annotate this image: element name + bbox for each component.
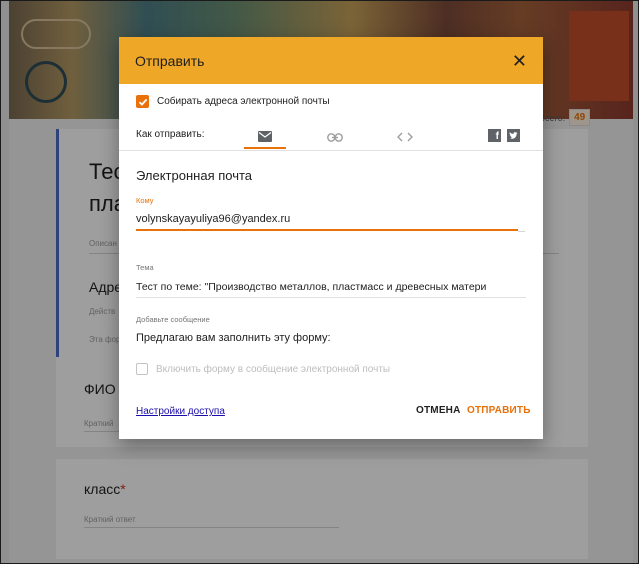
email-icon: [258, 130, 272, 142]
tab-embed[interactable]: [384, 125, 426, 149]
send-button[interactable]: ОТПРАВИТЬ: [467, 405, 531, 416]
include-form-checkbox[interactable]: [136, 363, 148, 375]
twitter-icon[interactable]: [507, 129, 520, 142]
message-label: Добавьте сообщение: [136, 315, 210, 324]
access-settings-link[interactable]: Настройки доступа: [136, 406, 225, 417]
send-form-dialog: Отправить ✕ Собирать адреса электронной …: [119, 37, 543, 439]
subject-input[interactable]: [136, 276, 526, 298]
collect-emails-label: Собирать адреса электронной почты: [157, 96, 330, 107]
embed-icon: [397, 132, 413, 142]
to-email-input[interactable]: [136, 209, 518, 231]
dialog-title: Отправить: [135, 52, 205, 69]
twitter-bird-glyph: [509, 131, 518, 139]
to-label: Кому: [136, 196, 154, 205]
send-method-row: Как отправить: f: [136, 125, 528, 149]
link-icon: [327, 132, 343, 142]
tab-link[interactable]: [314, 125, 356, 149]
close-icon[interactable]: ✕: [512, 52, 527, 70]
check-icon: [138, 98, 147, 106]
dialog-header: Отправить ✕: [119, 37, 543, 84]
include-form-option[interactable]: Включить форму в сообщение электронной п…: [136, 363, 390, 375]
send-method-label: Как отправить:: [136, 129, 205, 140]
message-input[interactable]: Предлагаю вам заполнить эту форму:: [136, 332, 331, 344]
tab-email[interactable]: [244, 125, 286, 149]
input-underline-ext: [518, 231, 525, 232]
cancel-button[interactable]: ОТМЕНА: [416, 405, 461, 416]
collect-emails-checkbox[interactable]: [136, 95, 149, 108]
include-form-label: Включить форму в сообщение электронной п…: [156, 363, 391, 375]
facebook-icon[interactable]: f: [488, 129, 501, 142]
subject-label: Тема: [136, 263, 154, 272]
collect-emails-option[interactable]: Собирать адреса электронной почты: [136, 95, 330, 108]
dialog-divider: [119, 150, 543, 151]
email-section-title: Электронная почта: [136, 168, 253, 183]
